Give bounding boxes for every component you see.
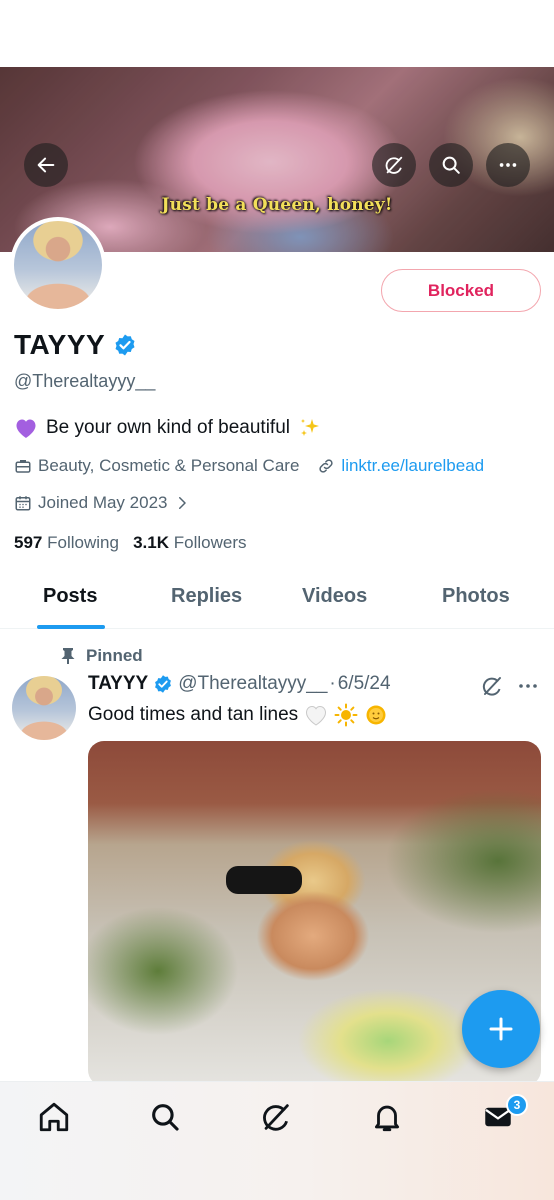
blocked-button[interactable]: Blocked: [381, 269, 541, 312]
profile-tabs: Posts Replies Videos Photos: [0, 575, 554, 629]
banner-caption: Just be a Queen, honey!: [161, 195, 393, 215]
profile-category: Beauty, Cosmetic & Personal Care: [38, 456, 300, 475]
tab-replies[interactable]: Replies: [171, 585, 242, 608]
white-heart-icon: [306, 705, 327, 726]
post-author-avatar[interactable]: [12, 676, 76, 740]
verified-badge-icon: [155, 675, 172, 693]
back-button[interactable]: [24, 143, 68, 187]
post-author-handle[interactable]: @Therealtayyy__: [178, 673, 327, 695]
profile-name-row: TAYYY: [14, 329, 137, 361]
search-icon[interactable]: [148, 1100, 182, 1134]
post-separator: ·: [329, 673, 336, 694]
plus-icon: [489, 1017, 513, 1041]
followers-link[interactable]: 3.1K Followers: [133, 533, 246, 552]
profile-avatar[interactable]: [10, 217, 106, 313]
messages-badge: 3: [506, 1094, 528, 1116]
verified-badge-icon[interactable]: [113, 333, 137, 357]
following-link[interactable]: 597 Following: [14, 533, 119, 552]
bottom-nav: [0, 1081, 554, 1200]
followers-label: Followers: [173, 533, 247, 552]
arrow-left-icon: [37, 157, 55, 173]
following-label: Following: [47, 533, 119, 552]
joined-row[interactable]: Joined May 2023: [14, 493, 191, 513]
followers-count: 3.1K: [133, 533, 170, 552]
status-bar: [0, 0, 554, 67]
joined-date: Joined May 2023: [38, 493, 168, 512]
follow-counts: 597 Following 3.1K Followers: [14, 533, 247, 553]
bell-icon[interactable]: [370, 1100, 404, 1134]
grok-slash-icon: [385, 156, 403, 174]
chevron-right-icon: [179, 497, 187, 509]
more-button[interactable]: [486, 143, 530, 187]
post-header: TAYYY @Therealtayyy__ · 6/5/24: [88, 673, 391, 695]
search-icon: [442, 156, 460, 174]
post-text: Good times and tan lines: [88, 704, 299, 725]
post-text-row: Good times and tan lines: [88, 703, 388, 727]
sparkles-icon: [301, 419, 319, 436]
sun-with-face-icon: [366, 705, 386, 725]
calendar-icon: [15, 496, 31, 511]
tab-posts[interactable]: Posts: [43, 585, 97, 608]
post-date[interactable]: 6/5/24: [338, 673, 391, 695]
tab-photos[interactable]: Photos: [442, 585, 510, 608]
purple-heart-icon: [16, 419, 36, 438]
briefcase-icon: [15, 460, 31, 473]
pinned-label: Pinned: [86, 646, 143, 665]
post-author-name[interactable]: TAYYY: [88, 673, 148, 695]
following-count: 597: [14, 533, 43, 552]
post-more-icon[interactable]: [516, 676, 540, 696]
profile-handle: @Therealtayyy__: [14, 371, 156, 391]
grok-button[interactable]: [372, 143, 416, 187]
pinned-label-row: Pinned: [60, 646, 143, 666]
profile-name: TAYYY: [14, 329, 106, 360]
profile-bio: Be your own kind of beautiful: [14, 416, 322, 440]
active-tab-indicator: [37, 625, 105, 629]
home-icon[interactable]: [37, 1100, 71, 1134]
bio-text: Be your own kind of beautiful: [46, 417, 290, 438]
tab-videos[interactable]: Videos: [302, 585, 367, 608]
link-icon: [319, 459, 334, 473]
search-button[interactable]: [429, 143, 473, 187]
profile-link[interactable]: linktr.ee/laurelbead: [341, 456, 484, 476]
compose-button[interactable]: [462, 990, 540, 1068]
sun-icon: [334, 703, 358, 727]
grok-slash-icon[interactable]: [480, 674, 504, 698]
pin-icon: [61, 648, 75, 664]
more-horizontal-icon: [499, 163, 517, 167]
media-sunglasses-shape: [226, 866, 302, 894]
profile-meta-row: Beauty, Cosmetic & Personal Care linktr.…: [14, 456, 484, 476]
grok-slash-icon[interactable]: [259, 1100, 293, 1134]
